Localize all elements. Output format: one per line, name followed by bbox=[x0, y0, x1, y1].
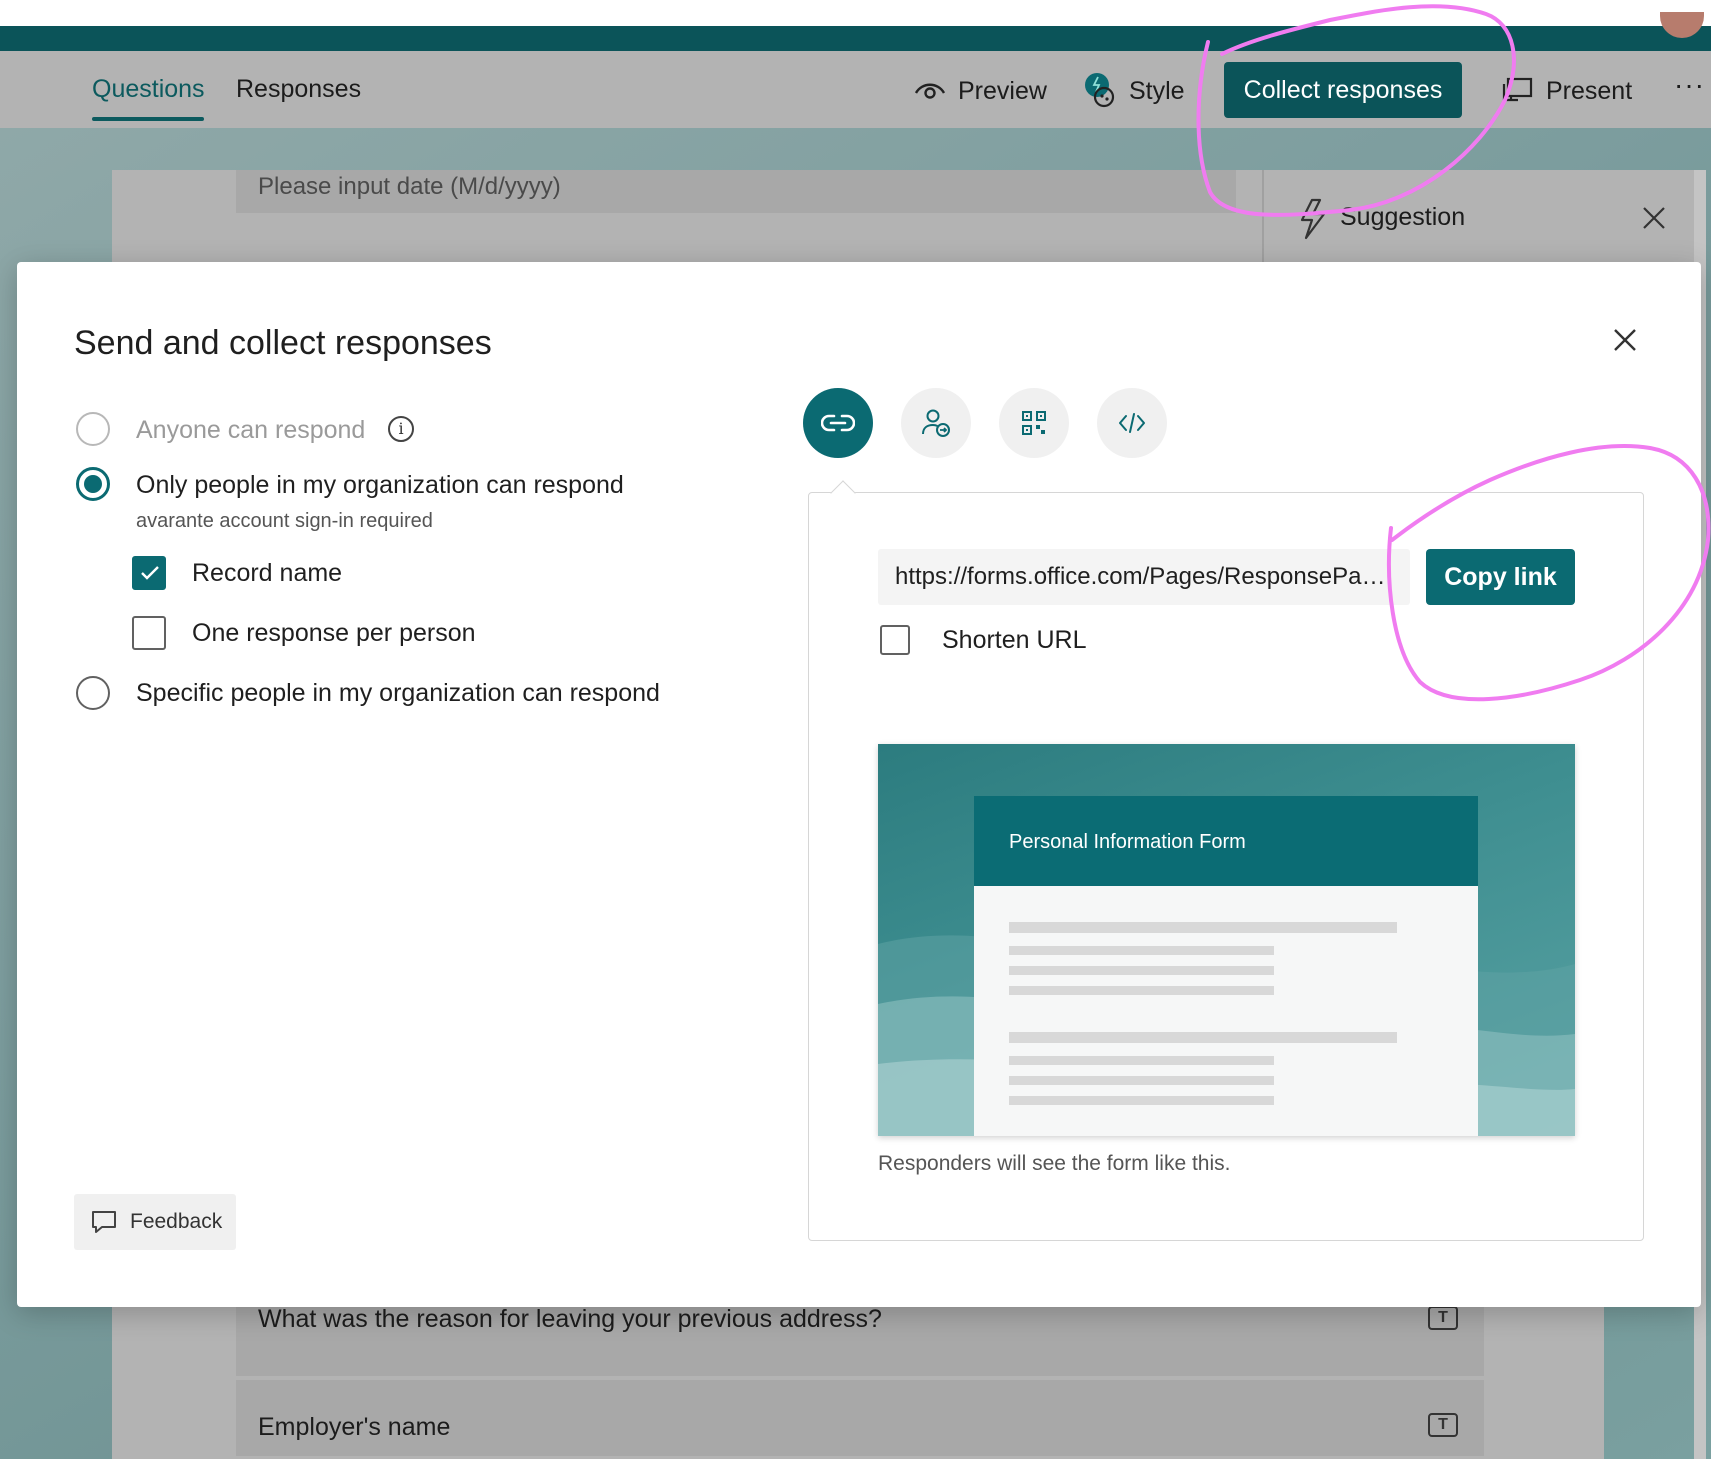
shorten-url-label: Shorten URL bbox=[942, 626, 1087, 654]
present-label: Present bbox=[1546, 76, 1633, 105]
checkmark-icon bbox=[141, 566, 159, 580]
suggestion-close-icon[interactable] bbox=[1642, 206, 1666, 230]
radio-organization[interactable] bbox=[76, 467, 110, 501]
share-tab-embed[interactable] bbox=[1097, 388, 1167, 458]
tab-questions[interactable]: Questions bbox=[92, 75, 205, 104]
info-icon[interactable]: i bbox=[388, 416, 414, 442]
placeholder-line bbox=[1009, 966, 1274, 975]
more-options-icon[interactable]: ··· bbox=[1674, 69, 1705, 101]
text-type-icon: T bbox=[1428, 1413, 1458, 1437]
date-input[interactable]: Please input date (M/d/yyyy) bbox=[236, 170, 1236, 213]
present-button[interactable]: Present bbox=[1502, 73, 1632, 109]
feedback-button[interactable]: Feedback bbox=[74, 1194, 236, 1250]
command-bar: Questions Responses Preview Style Collec… bbox=[0, 51, 1711, 128]
share-tab-invite[interactable] bbox=[901, 388, 971, 458]
invite-people-icon bbox=[922, 409, 950, 437]
question-text: What was the reason for leaving your pre… bbox=[258, 1305, 882, 1333]
sign-in-required-note: avarante account sign-in required bbox=[136, 510, 433, 532]
top-strip bbox=[0, 0, 1711, 26]
app-bar bbox=[0, 26, 1711, 51]
copy-link-button[interactable]: Copy link bbox=[1426, 549, 1575, 605]
placeholder-line bbox=[1009, 946, 1274, 955]
eye-icon bbox=[914, 83, 946, 99]
preview-form-title: Personal Information Form bbox=[1009, 831, 1246, 853]
text-type-icon: T bbox=[1428, 1306, 1458, 1330]
preview-caption: Responders will see the form like this. bbox=[878, 1152, 1231, 1175]
preview-form-header: Personal Information Form bbox=[974, 796, 1478, 886]
anyone-can-respond-label: Anyone can respond bbox=[136, 416, 366, 444]
record-name-label: Record name bbox=[192, 559, 343, 587]
share-tab-qr[interactable] bbox=[999, 388, 1069, 458]
placeholder-line bbox=[1009, 986, 1274, 995]
tab-responses[interactable]: Responses bbox=[236, 75, 361, 104]
preview-form-card: Personal Information Form bbox=[974, 796, 1478, 1136]
shorten-url-checkbox[interactable] bbox=[880, 625, 910, 655]
placeholder-line bbox=[1009, 1056, 1274, 1065]
one-response-checkbox[interactable] bbox=[132, 616, 166, 650]
preview-button[interactable]: Preview bbox=[914, 73, 1047, 109]
embed-code-icon bbox=[1119, 413, 1145, 433]
organization-option-label: Only people in my organization can respo… bbox=[136, 471, 624, 499]
close-icon[interactable] bbox=[1605, 320, 1645, 360]
comment-icon bbox=[92, 1211, 116, 1233]
placeholder-line bbox=[1009, 1032, 1397, 1043]
placeholder-line bbox=[1009, 922, 1397, 933]
specific-people-label: Specific people in my organization can r… bbox=[136, 679, 660, 707]
style-label: Style bbox=[1129, 76, 1185, 105]
share-tab-link[interactable] bbox=[803, 388, 873, 458]
record-name-checkbox[interactable] bbox=[132, 556, 166, 590]
style-button[interactable]: Style bbox=[1083, 73, 1185, 109]
lightning-icon bbox=[1300, 198, 1326, 240]
one-response-label: One response per person bbox=[192, 619, 476, 647]
feedback-label: Feedback bbox=[130, 1210, 223, 1233]
share-url-field[interactable]: https://forms.office.com/Pages/ResponseP… bbox=[878, 549, 1410, 605]
collect-responses-button[interactable]: Collect responses bbox=[1224, 62, 1462, 118]
preview-label: Preview bbox=[958, 76, 1047, 105]
link-icon bbox=[821, 414, 855, 432]
placeholder-line bbox=[1009, 1076, 1274, 1085]
suggestion-title: Suggestion bbox=[1340, 203, 1466, 231]
radio-anyone[interactable] bbox=[76, 412, 110, 446]
question-text: Employer's name bbox=[258, 1413, 451, 1441]
active-tab-indicator bbox=[92, 117, 204, 121]
present-icon bbox=[1502, 77, 1533, 102]
radio-specific-people[interactable] bbox=[76, 676, 110, 710]
qr-code-icon bbox=[1022, 411, 1046, 435]
dialog-title: Send and collect responses bbox=[74, 324, 492, 362]
palette-icon bbox=[1085, 73, 1115, 108]
form-preview-image: Personal Information Form bbox=[878, 744, 1575, 1136]
placeholder-line bbox=[1009, 1096, 1274, 1105]
